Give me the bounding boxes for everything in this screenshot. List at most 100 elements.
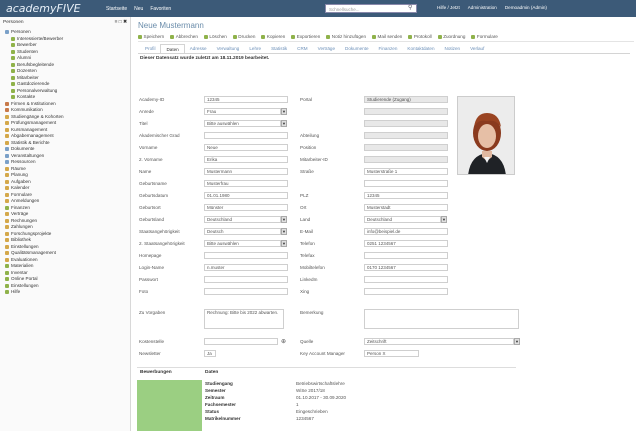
dropdown-icon[interactable]: ▼ — [281, 228, 287, 235]
folder-icon — [5, 153, 9, 158]
toolbar-button[interactable]: Drucken — [232, 34, 255, 39]
nav-favoriten[interactable]: Favoriten — [150, 6, 171, 12]
folder-icon — [5, 140, 9, 145]
dropdown-icon[interactable]: ▼ — [281, 216, 287, 223]
nav-neu[interactable]: Neu — [134, 6, 143, 12]
field-input[interactable]: Neue — [204, 144, 288, 151]
tab[interactable]: Kontaktdaten — [402, 44, 439, 53]
field-input[interactable] — [364, 120, 448, 127]
toolbar-button[interactable]: Abbrechen — [170, 34, 198, 39]
tab[interactable]: Lehre — [244, 44, 266, 53]
dropdown-icon[interactable]: ▼ — [441, 216, 447, 223]
dropdown-icon[interactable]: ▼ — [281, 108, 287, 115]
field-input[interactable] — [364, 180, 448, 187]
field-input[interactable]: 12345 — [364, 192, 448, 199]
toolbar-button[interactable]: Protokoll — [408, 34, 432, 39]
tab[interactable]: Adresse — [185, 44, 212, 53]
field-label: E-Mail — [300, 229, 314, 234]
toolbar-button[interactable]: Löschen — [203, 34, 227, 39]
toolbar-button[interactable]: Speichern — [138, 34, 164, 39]
toolbar-button[interactable]: Formulare — [471, 34, 498, 39]
field-input[interactable]: Münster — [204, 204, 288, 211]
person-photo[interactable] — [457, 96, 515, 175]
field-input[interactable]: Deutsch — [204, 228, 281, 235]
admin-menu[interactable]: Administration — [468, 5, 497, 10]
app-logo: academyFIVE — [6, 2, 81, 15]
tab[interactable]: Statistik — [266, 44, 292, 53]
field-input[interactable] — [364, 108, 448, 115]
record-subtitle: Dieser Datensatz wurde zuletzt am 18.11.… — [140, 56, 270, 61]
toolbar-button[interactable]: Zuordnung — [437, 34, 466, 39]
tab[interactable]: Notizen — [440, 44, 466, 53]
tab[interactable]: Daten — [160, 44, 185, 53]
field-input[interactable] — [364, 288, 448, 295]
user-menu[interactable]: Demoadmin (Admin) — [505, 5, 547, 10]
folder-icon — [5, 283, 9, 288]
quelle-dropdown-icon[interactable]: ▼ — [514, 338, 520, 345]
tab[interactable]: Dokumente — [340, 44, 374, 53]
field-input[interactable]: Frau — [204, 108, 281, 115]
newsletter-value[interactable]: Ja — [204, 350, 216, 357]
field-input[interactable]: Deutschland — [204, 216, 281, 223]
field-input[interactable] — [204, 276, 288, 283]
sidebar-actions[interactable]: ≡ □ ✖ — [115, 20, 127, 28]
folder-icon — [5, 290, 9, 295]
cost-input[interactable] — [204, 338, 278, 345]
field-input[interactable] — [364, 132, 448, 139]
notes-textarea[interactable]: Rechnung: Bitte bis 2022 abwarten. — [204, 309, 284, 329]
field-input[interactable]: 12345 — [204, 96, 288, 103]
toolbar-button[interactable]: Kopieren — [261, 34, 285, 39]
field-input[interactable]: Erika — [204, 156, 288, 163]
toolbar-button-label: Zuordnung — [443, 34, 466, 39]
nav-startseite[interactable]: Startseite — [106, 6, 127, 12]
sidebar-item[interactable]: Hilfe — [3, 289, 127, 296]
field-input[interactable]: n.muster — [204, 264, 288, 271]
add-cost-icon[interactable]: ⊕ — [281, 338, 286, 345]
tab[interactable]: Finanzen — [374, 44, 403, 53]
field-input[interactable]: Deutschland — [364, 216, 441, 223]
toolbar-button[interactable]: Exportieren — [291, 34, 320, 39]
tab[interactable]: Verwaltung — [212, 44, 245, 53]
field-input[interactable]: 0251 1234567 — [364, 240, 448, 247]
newsletter-label: Newsletter — [139, 351, 161, 356]
dropdown-icon[interactable]: ▼ — [281, 120, 287, 127]
field-label: Academy-ID — [139, 97, 165, 102]
tab[interactable]: Verlauf — [465, 44, 489, 53]
folder-icon — [5, 179, 9, 184]
quelle-select[interactable]: Zeitschrift — [364, 338, 514, 345]
search-icon[interactable]: ⚲ — [408, 4, 412, 11]
folder-icon — [5, 199, 9, 204]
manager-input[interactable]: Person X — [364, 350, 419, 357]
help-link[interactable]: Hilfe / Jetzt — [437, 5, 460, 10]
field-input[interactable]: Bitte auswählen — [204, 240, 281, 247]
tab[interactable]: Verträge — [313, 44, 340, 53]
field-input[interactable] — [364, 252, 448, 259]
field-input[interactable] — [364, 144, 448, 151]
field-input[interactable]: 01.01.1980 — [204, 192, 288, 199]
field-input[interactable]: info@beispiel.de — [364, 228, 448, 235]
tab[interactable]: Profil — [140, 44, 160, 53]
field-input[interactable] — [364, 156, 448, 163]
field-input[interactable] — [204, 132, 288, 139]
field-input[interactable]: 0170 1234567 — [364, 264, 448, 271]
field-input[interactable]: Studierende (Zugang) — [364, 96, 448, 103]
field-input[interactable]: Musterstraße 1 — [364, 168, 448, 175]
field-input[interactable]: Musterfrau — [204, 180, 288, 187]
search-input[interactable]: Schnellsuche... — [325, 4, 417, 13]
toolbar-button[interactable]: Notiz hinzufügen — [326, 34, 366, 39]
dropdown-icon[interactable]: ▼ — [281, 240, 287, 247]
toolbar-icon — [372, 34, 377, 39]
field-label: Geburtsort — [139, 205, 161, 210]
cost-label: Kostenstelle — [139, 339, 165, 344]
toolbar-button[interactable]: Mail senden — [372, 34, 402, 39]
field-input[interactable]: Bitte auswählen — [204, 120, 281, 127]
field-input[interactable]: Mustermann — [204, 168, 288, 175]
field-input[interactable] — [364, 276, 448, 283]
bemerkung-textarea[interactable] — [364, 309, 519, 329]
application-status-cell[interactable] — [137, 380, 202, 431]
toolbar-button-label: Mail senden — [377, 34, 403, 39]
tab[interactable]: CRM — [292, 44, 312, 53]
field-input[interactable] — [204, 288, 288, 295]
field-input[interactable] — [204, 252, 288, 259]
field-input[interactable]: Musterstadt — [364, 204, 448, 211]
